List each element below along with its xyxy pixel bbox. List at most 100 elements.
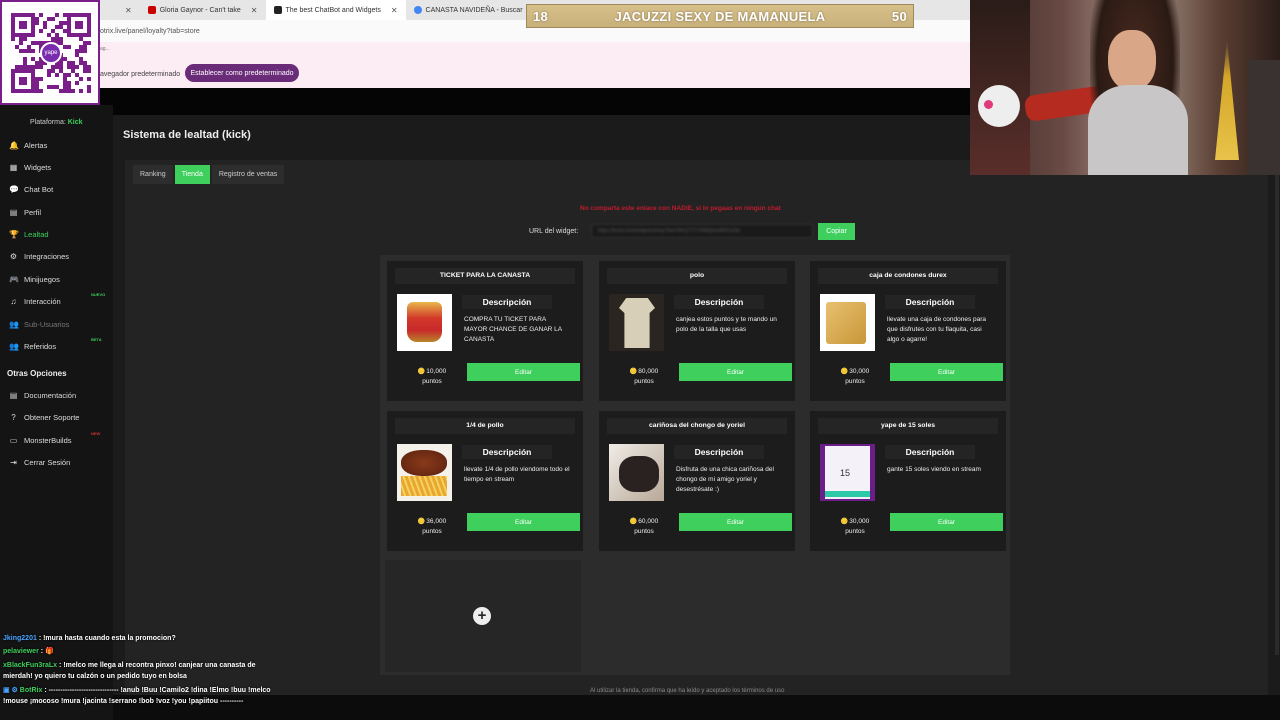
browser-tab-active[interactable]: The best ChatBot and Widgets ✕ — [265, 0, 406, 20]
edit-button[interactable]: Editar — [890, 513, 1003, 531]
sidebar-item-perfil[interactable]: ▤ Perfil — [9, 205, 109, 219]
store-grid: TICKET PARA LA CANASTA Descripción COMPRA … — [380, 255, 1010, 675]
logout-icon: ⇥ — [10, 457, 17, 467]
edit-button[interactable]: Editar — [679, 363, 792, 381]
product-price: 🪙10,000 puntos — [407, 367, 457, 387]
tab-registro-ventas[interactable]: Registro de ventas — [211, 165, 285, 184]
coin-icon: 🪙 — [417, 519, 426, 525]
tab-close-icon[interactable]: ✕ — [125, 6, 132, 15]
sidebar-item-chat-bot[interactable]: 💬 Chat Bot — [9, 182, 109, 196]
stream-goal-banner: 18 JACUZZI SEXY DE MAMANUELA 50 — [526, 4, 914, 28]
yape-qr-code: yape — [0, 0, 100, 105]
webcam-overlay — [970, 0, 1280, 175]
product-title: 1/4 de pollo — [395, 418, 575, 434]
product-card: yape de 15 soles 15 Descripción gante 15 so… — [810, 411, 1006, 551]
product-description: llevate una caja de condones para que di… — [887, 316, 987, 343]
copy-button[interactable]: Copiar — [818, 223, 855, 240]
edit-button[interactable]: Editar — [467, 363, 580, 381]
chat-text: : ------------------------------ !anub !… — [3, 687, 271, 705]
footer-note: Al utilizar la tienda, confirma que ha l… — [590, 688, 785, 694]
dark-header-band — [100, 88, 970, 115]
edit-button[interactable]: Editar — [890, 363, 1003, 381]
price-value: 10,000 — [426, 368, 447, 375]
grid-icon: ▦ — [9, 162, 18, 172]
notif-small-text: ag... — [100, 46, 110, 52]
edit-button[interactable]: Editar — [679, 513, 792, 531]
sidebar-item-interacci-n[interactable]: ♫ Interacción NUEVO — [9, 292, 109, 308]
product-price: 🪙30,000 puntos — [830, 367, 880, 387]
sidebar-item-cerrar-sesi-n[interactable]: ⇥ Cerrar Sesión — [9, 455, 109, 469]
set-default-button[interactable]: Establecer como predeterminado — [185, 64, 299, 82]
product-description: gante 15 soles viendo en stream — [887, 466, 981, 473]
youtube-icon — [147, 6, 156, 14]
coin-icon: 🪙 — [417, 369, 426, 375]
chat-message: Jking2201 : !mura hasta cuando esta la p… — [3, 633, 279, 644]
tab-label: Gloria Gaynor - Can't take — [159, 6, 241, 14]
plus-circle-icon[interactable]: + — [473, 607, 491, 625]
sidebar-item-monsterbuilds[interactable]: ▭ MonsterBuilds NEW — [9, 431, 109, 447]
sidebar-item-label: Integraciones — [24, 251, 70, 261]
points-label: puntos — [634, 378, 654, 385]
description-title: Descripción — [674, 445, 764, 459]
price-value: 30,000 — [849, 368, 870, 375]
add-product-card[interactable]: + — [385, 560, 581, 672]
sidebar-item-referidos[interactable]: 👥 Referidos BETA — [9, 337, 109, 353]
sidebar-item-obtener-soporte[interactable]: ? Obtener Soporte — [9, 410, 109, 424]
product-description: COMPRA TU TICKET PARA MAYOR CHANCE DE GA… — [464, 316, 562, 343]
bot-badge-icon: ▣ ⚙ — [3, 687, 18, 694]
sidebar-item-label: Interacción — [24, 296, 61, 306]
product-price: 🪙80,000 puntos — [619, 367, 669, 387]
description-title: Descripción — [885, 295, 975, 309]
close-icon[interactable]: ✕ — [391, 6, 398, 15]
product-card: cariñosa del chongo de yoriel Descripción… — [599, 411, 795, 551]
sidebar-item-lealtad[interactable]: 🏆 Lealtad — [9, 227, 109, 241]
platform-value: Kick — [67, 119, 83, 126]
sidebar-item-documentaci-n[interactable]: ▤ Documentación — [9, 388, 109, 402]
chat-message: pelaviewer : 🎁 — [3, 646, 279, 657]
sidebar-item-widgets[interactable]: ▦ Widgets — [9, 160, 109, 174]
stream-chat: Jking2201 : !mura hasta cuando esta la p… — [0, 630, 280, 720]
google-icon — [413, 6, 422, 14]
points-label: puntos — [422, 528, 442, 535]
product-card: TICKET PARA LA CANASTA Descripción COMPRA … — [387, 261, 583, 401]
chat-username: pelaviewer — [3, 648, 39, 655]
sidebar-item-label: Chat Bot — [24, 184, 54, 194]
main-content: Sistema de lealtad (kick) Ranking Tienda… — [113, 115, 1280, 695]
product-image — [397, 444, 452, 501]
description-title: Descripción — [885, 445, 975, 459]
sidebar-item-minijuegos[interactable]: 🎮 Minijuegos — [9, 272, 109, 286]
points-label: puntos — [845, 378, 865, 385]
price-value: 60,000 — [638, 518, 659, 525]
sidebar-item-integraciones[interactable]: ⚙ Integraciones — [9, 249, 109, 263]
music-icon: ♫ — [10, 296, 17, 306]
product-description: Disfruta de una chica cariñosa del chong… — [676, 466, 774, 493]
tab-ranking[interactable]: Ranking — [133, 165, 173, 184]
monitor-icon: ▭ — [9, 435, 18, 445]
edit-button[interactable]: Editar — [467, 513, 580, 531]
sidebar-item-label: Sub-Usuarios — [24, 319, 70, 329]
product-image: 15 — [820, 444, 875, 501]
chat-text: : 🎁 — [40, 648, 54, 655]
tab-tienda[interactable]: Tienda — [174, 165, 210, 184]
product-card: 1/4 de pollo Descripción llevate 1/4 de po… — [387, 411, 583, 551]
tab-label: CANASTA NAVIDEÑA - Buscar — [425, 6, 523, 14]
banner-text: JACUZZI SEXY DE MAMANUELA — [614, 8, 826, 24]
sidebar-item-label: Minijuegos — [24, 274, 60, 284]
coin-icon: 🪙 — [629, 519, 638, 525]
widget-url-field[interactable]: https://botrix.live/widgets/shop?bid=RKQ… — [591, 224, 813, 238]
close-icon[interactable]: ✕ — [251, 6, 258, 15]
scrollbar[interactable] — [1275, 175, 1279, 655]
product-image — [609, 294, 664, 351]
sidebar-item-sub-usuarios[interactable]: 👥 Sub-Usuarios — [9, 317, 109, 331]
sidebar-item-label: Widgets — [24, 162, 52, 172]
price-value: 30,000 — [849, 518, 870, 525]
product-price: 🪙36,000 puntos — [407, 517, 457, 537]
price-value: 36,000 — [426, 518, 447, 525]
browser-tab[interactable]: Gloria Gaynor - Can't take ✕ — [140, 0, 266, 20]
sidebar-item-alertas[interactable]: 🔔 Alertas — [9, 138, 109, 152]
product-image — [397, 294, 452, 351]
product-description: llevate 1/4 de pollo viendome todo el ti… — [464, 466, 570, 483]
yape-logo: yape — [40, 42, 62, 64]
description-title: Descripción — [462, 445, 552, 459]
product-title: yape de 15 soles — [818, 418, 998, 434]
